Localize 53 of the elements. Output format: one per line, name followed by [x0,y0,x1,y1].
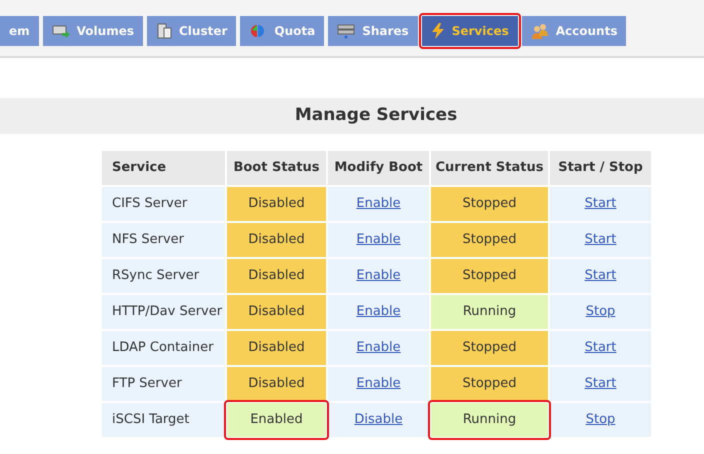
server-icon [156,23,172,39]
network-drive-icon [337,23,356,39]
modify-boot-link[interactable]: Enable [356,302,401,322]
nav-tab[interactable]: Accounts [522,16,626,46]
modify-boot-link[interactable]: Enable [356,194,401,214]
current-status-cell: Stopped [431,367,548,401]
boot-status-cell: Disabled [227,331,326,365]
boot-status-cell: Disabled [227,223,326,257]
start-stop-link[interactable]: Start [584,230,616,250]
boot-status-cell: Enabled [227,403,326,437]
drive-icon [52,24,70,38]
table-cell: HTTP/Dav Server [102,295,225,329]
table-cell: LDAP Container [102,331,225,365]
page-heading: Manage Services [294,104,458,128]
table-cell: NFS Server [102,223,225,257]
start-stop-link[interactable]: Stop [586,302,616,322]
current-status-cell: Stopped [431,223,548,257]
boot-status-cell: Disabled [227,187,326,221]
current-status-cell: Running [431,403,548,437]
column-header: Start / Stop [550,151,651,185]
current-status-cell: Running [431,295,548,329]
nav-tab[interactable]: em [0,16,39,46]
current-status-cell: Stopped [431,187,548,221]
nav-tab[interactable]: Services [422,16,518,46]
nav-tab[interactable]: Quota [240,16,324,46]
modify-boot-link[interactable]: Disable [354,410,403,430]
table-cell: CIFS Server [102,187,225,221]
users-icon [530,22,549,40]
column-header: Boot Status [227,151,326,185]
lightning-icon [430,23,445,39]
table-cell: FTP Server [102,367,225,401]
modify-boot-link[interactable]: Enable [356,230,401,250]
modify-boot-link[interactable]: Enable [356,374,401,394]
start-stop-link[interactable]: Stop [586,410,616,430]
table-cell: iSCSI Target [102,403,225,437]
current-status-cell: Stopped [431,331,548,365]
column-header: Service [102,151,225,185]
modify-boot-link[interactable]: Enable [356,266,401,286]
boot-status-cell: Disabled [227,367,326,401]
nav-tab[interactable]: Shares [328,16,418,46]
start-stop-link[interactable]: Start [584,266,616,286]
start-stop-link[interactable]: Start [584,194,616,214]
boot-status-cell: Disabled [227,259,326,293]
start-stop-link[interactable]: Start [584,374,616,394]
current-status-cell: Stopped [431,259,548,293]
column-header: Modify Boot [328,151,429,185]
start-stop-link[interactable]: Start [584,338,616,358]
table-cell: RSync Server [102,259,225,293]
modify-boot-link[interactable]: Enable [356,338,401,358]
boot-status-cell: Disabled [227,295,326,329]
nav-tab[interactable]: Volumes [42,16,143,46]
nav-tab[interactable]: Cluster [146,16,236,46]
column-header: Current Status [431,151,548,185]
